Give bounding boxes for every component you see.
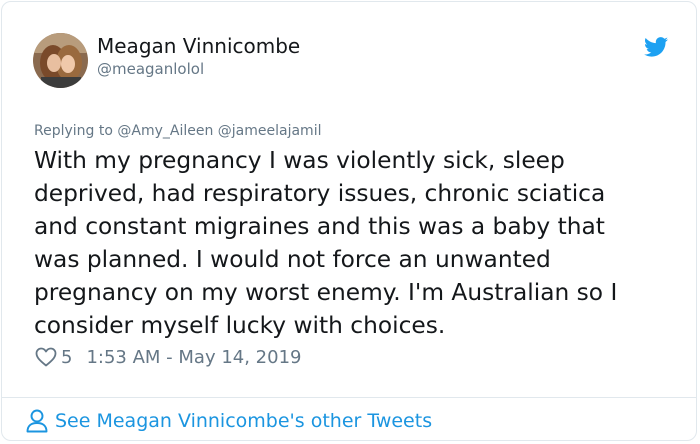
display-name[interactable]: Meagan Vinnicombe bbox=[97, 34, 300, 58]
tweet-line: and constant migraines and this was a ba… bbox=[34, 213, 605, 240]
see-other-tweets-label: See Meagan Vinnicombe's other Tweets bbox=[55, 410, 433, 432]
tweet-line: consider myself lucky with choices. bbox=[34, 312, 446, 339]
replying-to: Replying to @Amy_Aileen @jameelajamil bbox=[34, 123, 322, 139]
tweet-line: was planned. I would not force an unwant… bbox=[34, 246, 551, 273]
user-handle[interactable]: @meaganlolol bbox=[97, 60, 204, 78]
tweet-card: Meagan Vinnicombe @meaganlolol Replying … bbox=[1, 1, 697, 441]
see-other-tweets-link[interactable]: See Meagan Vinnicombe's other Tweets bbox=[26, 407, 432, 435]
timestamp[interactable]: 1:53 AM - May 14, 2019 bbox=[86, 347, 301, 368]
tweet-line: pregnancy on my worst enemy. I'm Austral… bbox=[34, 279, 618, 306]
tweet-meta: 5 1:53 AM - May 14, 2019 bbox=[35, 345, 301, 369]
person-icon bbox=[26, 409, 48, 433]
avatar[interactable] bbox=[33, 33, 88, 88]
tweet-line: deprived, had respiratory issues, chroni… bbox=[34, 180, 606, 207]
tweet-line: With my pregnancy I was violently sick, … bbox=[34, 147, 565, 174]
tweet-text: With my pregnancy I was violently sick, … bbox=[34, 144, 664, 342]
twitter-bird-icon[interactable] bbox=[644, 36, 668, 58]
heart-icon[interactable] bbox=[35, 347, 57, 367]
like-count: 5 bbox=[61, 346, 73, 368]
divider bbox=[2, 397, 696, 398]
